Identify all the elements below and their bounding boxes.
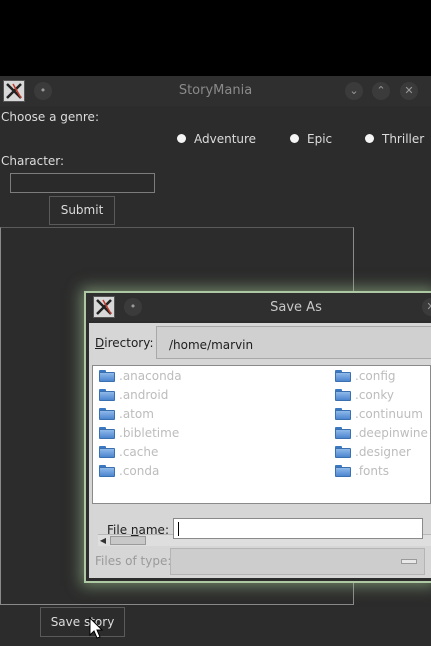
dialog-titlebar[interactable]: • Save As ✕ bbox=[86, 293, 431, 321]
main-titlebar[interactable]: • StoryMania ⌄ ⌃ ✕ bbox=[0, 76, 431, 106]
scrollbar-thumb[interactable] bbox=[110, 536, 146, 545]
folder-item[interactable]: .continuum bbox=[335, 407, 423, 423]
radio-indicator[interactable] bbox=[365, 134, 374, 143]
dialog-body: Directory: /home/marvin .anaconda .androi… bbox=[89, 323, 431, 578]
directory-combo[interactable]: /home/marvin bbox=[156, 326, 431, 359]
dialog-title: Save As bbox=[270, 300, 322, 315]
folder-icon bbox=[99, 427, 115, 439]
file-list[interactable]: .anaconda .android .atom .bibletime .cache .c… bbox=[92, 365, 431, 546]
directory-label: Directory: bbox=[95, 336, 154, 350]
genre-label: Choose a genre: bbox=[1, 110, 99, 124]
save-story-button[interactable]: Save story bbox=[40, 607, 125, 637]
radio-indicator[interactable] bbox=[290, 134, 299, 143]
folder-icon bbox=[99, 446, 115, 458]
folder-icon bbox=[335, 408, 351, 420]
folder-name: .cache bbox=[119, 445, 159, 459]
folder-icon bbox=[335, 389, 351, 401]
file-name-label: File name: bbox=[107, 523, 169, 537]
folder-name: .android bbox=[119, 388, 169, 402]
maximize-button[interactable]: ⌃ bbox=[372, 82, 390, 100]
character-label: Character: bbox=[1, 154, 65, 168]
folder-icon bbox=[335, 370, 351, 382]
files-of-type-label: Files of type: bbox=[95, 554, 172, 568]
folder-name: .atom bbox=[119, 407, 154, 421]
folder-name: .deepinwine bbox=[355, 426, 428, 440]
scroll-left-icon[interactable]: ◀ bbox=[98, 536, 108, 546]
label-text: File bbox=[107, 523, 131, 537]
genre-option-label: Thriller bbox=[382, 132, 425, 146]
submit-button[interactable]: Submit bbox=[49, 196, 115, 225]
folder-item[interactable]: .bibletime bbox=[99, 426, 179, 442]
folder-icon bbox=[99, 370, 115, 382]
folder-item[interactable]: .designer bbox=[335, 445, 411, 461]
folder-icon bbox=[335, 465, 351, 477]
mouse-pointer-icon bbox=[89, 617, 104, 639]
folder-name: .bibletime bbox=[119, 426, 180, 440]
radio-indicator[interactable] bbox=[177, 134, 186, 143]
folder-item[interactable]: .fonts bbox=[335, 464, 389, 480]
folder-name: .designer bbox=[355, 445, 411, 459]
close-button[interactable]: ✕ bbox=[400, 82, 418, 100]
folder-name: .conda bbox=[119, 464, 160, 478]
mnemonic: D bbox=[95, 336, 105, 350]
files-of-type-combo[interactable] bbox=[170, 548, 425, 575]
folder-item[interactable]: .conky bbox=[335, 388, 394, 404]
label-text: ame: bbox=[138, 523, 169, 537]
folder-icon bbox=[335, 427, 351, 439]
folder-item[interactable]: .android bbox=[99, 388, 168, 404]
folder-name: .config bbox=[355, 369, 396, 383]
folder-icon bbox=[335, 446, 351, 458]
folder-icon bbox=[99, 465, 115, 477]
text-cursor bbox=[178, 522, 179, 536]
folder-item[interactable]: .atom bbox=[99, 407, 154, 423]
folder-name: .fonts bbox=[355, 464, 389, 478]
folder-icon bbox=[99, 389, 115, 401]
file-name-input[interactable] bbox=[173, 518, 423, 539]
genre-option-label: Epic bbox=[307, 132, 333, 146]
folder-name: .continuum bbox=[355, 407, 423, 421]
folder-item[interactable]: .config bbox=[335, 369, 396, 385]
label-text: irectory: bbox=[104, 336, 154, 350]
window-title: StoryMania bbox=[178, 83, 253, 98]
folder-item[interactable]: .cache bbox=[99, 445, 158, 461]
folder-item[interactable]: .anaconda bbox=[99, 369, 182, 385]
folder-item[interactable]: .deepinwine bbox=[335, 426, 428, 442]
folder-name: .conky bbox=[355, 388, 394, 402]
character-input[interactable] bbox=[10, 173, 155, 193]
mnemonic: n bbox=[130, 523, 139, 537]
folder-name: .anaconda bbox=[119, 369, 182, 383]
save-as-dialog: • Save As ✕ Directory: /home/marvin .ana… bbox=[86, 293, 431, 581]
folder-item[interactable]: .conda bbox=[99, 464, 159, 480]
folder-icon bbox=[99, 408, 115, 420]
genre-option-label: Adventure bbox=[194, 132, 257, 146]
dropdown-grip-icon bbox=[401, 559, 417, 564]
minimize-button[interactable]: ⌄ bbox=[345, 82, 363, 100]
